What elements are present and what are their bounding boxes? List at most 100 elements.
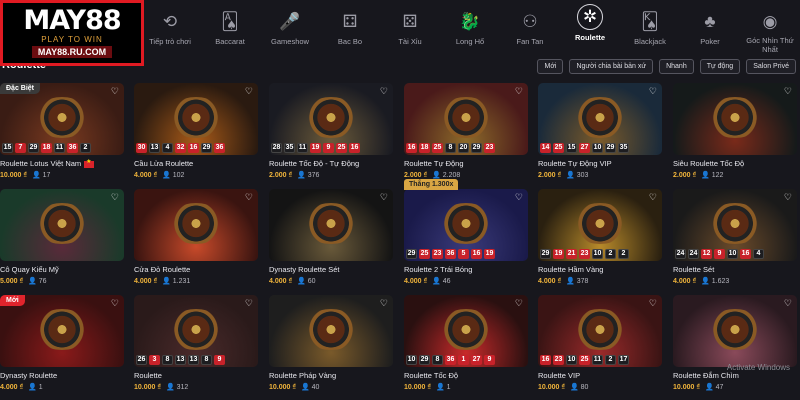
game-card[interactable]: ♡ 16 23 10 25 11 2 17 Roulette VIP 10.000 ₫ 👤 80 bbox=[538, 295, 662, 391]
game-card[interactable]: ♡ 28 35 11 19 9 25 16 Roulette Tốc Độ - Tự Động 2… bbox=[269, 83, 393, 179]
favorite-heart-icon[interactable]: ♡ bbox=[380, 86, 388, 97]
player-count: 312 bbox=[176, 384, 189, 391]
result-number: 36 bbox=[445, 355, 456, 365]
favorite-heart-icon[interactable]: ♡ bbox=[515, 192, 523, 203]
favorite-heart-icon[interactable]: ♡ bbox=[515, 298, 523, 309]
game-name[interactable]: Roulette Tốc Độ bbox=[404, 371, 528, 380]
game-name[interactable]: Roulette Tự Động bbox=[404, 159, 528, 168]
game-thumbnail[interactable]: ♡ bbox=[269, 295, 393, 367]
game-card[interactable]: ♡ 29 25 23 36 5 16 19 Thắng 1.300x Roulette 2 Trá… bbox=[404, 179, 528, 285]
favorite-heart-icon[interactable]: ♡ bbox=[245, 298, 253, 309]
game-name[interactable]: Roulette bbox=[134, 371, 258, 380]
game-card[interactable]: ♡ 14 25 15 27 10 29 35 Roulette Tự Động VIP 2.000… bbox=[538, 83, 662, 179]
favorite-heart-icon[interactable]: ♡ bbox=[111, 86, 119, 97]
game-name[interactable]: Cửa Đỏ Roulette bbox=[134, 265, 258, 274]
game-thumbnail[interactable]: ♡ 29 19 21 23 10 2 2 bbox=[538, 189, 662, 261]
nav-item-blackjack[interactable]: 🂮 Blackjack bbox=[620, 4, 680, 54]
filter-chip[interactable]: Mới bbox=[537, 59, 564, 74]
nav-item-dragon-tiger[interactable]: 🐉 Long Hổ bbox=[440, 4, 500, 54]
result-number: 17 bbox=[618, 355, 629, 365]
nav-item-dice[interactable]: ⚃ Bac Bo bbox=[320, 4, 380, 54]
game-card[interactable]: ♡ 10 29 8 36 1 27 9 Roulette Tốc Độ 10.000 ₫ 👤 1 bbox=[404, 295, 528, 391]
game-name[interactable]: Roulette 2 Trái Bóng bbox=[404, 265, 528, 274]
game-name[interactable]: Roulette Đắm Chìm bbox=[673, 371, 797, 380]
game-name[interactable]: Cầu Lửa Roulette bbox=[134, 159, 258, 168]
game-card[interactable]: ♡ 30 13 4 32 16 29 36 Cầu Lửa Roulette 4.000 ₫ 👤 1… bbox=[134, 83, 258, 179]
favorite-heart-icon[interactable]: ♡ bbox=[111, 298, 119, 309]
nav-item-roulette[interactable]: ✲ Roulette bbox=[560, 4, 620, 54]
favorite-heart-icon[interactable]: ♡ bbox=[784, 86, 792, 97]
game-name[interactable]: Roulette Tốc Độ - Tự Động bbox=[269, 159, 393, 168]
nav-item-sicbo[interactable]: ⚄ Tài Xỉu bbox=[380, 4, 440, 54]
game-thumbnail[interactable]: ♡ bbox=[269, 189, 393, 261]
favorite-heart-icon[interactable]: ♡ bbox=[515, 86, 523, 97]
favorite-heart-icon[interactable]: ♡ bbox=[649, 86, 657, 97]
game-card[interactable]: ♡ 16 18 25 8 20 29 23 Roulette Tự Động 2.000 ₫ 👤 2… bbox=[404, 83, 528, 179]
game-name[interactable]: Roulette Hầm Vàng bbox=[538, 265, 662, 274]
nav-item-poker[interactable]: ♣ Poker bbox=[680, 4, 740, 54]
favorite-heart-icon[interactable]: ♡ bbox=[111, 192, 119, 203]
game-thumbnail[interactable]: ♡ bbox=[134, 189, 258, 261]
game-thumbnail[interactable]: ♡ 16 23 10 25 11 2 17 bbox=[538, 295, 662, 367]
game-meta: 2.000 ₫ 👤 122 bbox=[673, 171, 797, 179]
game-card[interactable]: Mới ♡ Dynasty Roulette 4.000 ₫ 👤 1 bbox=[0, 295, 124, 391]
game-thumbnail[interactable]: ♡ 24 24 12 9 10 16 4 bbox=[673, 189, 797, 261]
result-number: 29 bbox=[605, 143, 616, 153]
game-card[interactable]: ♡ Siêu Roulette Tốc Độ 2.000 ₫ 👤 122 bbox=[673, 83, 797, 179]
game-thumbnail[interactable]: ♡ 28 35 11 19 9 25 16 bbox=[269, 83, 393, 155]
game-name[interactable]: Siêu Roulette Tốc Độ bbox=[673, 159, 797, 168]
game-thumbnail[interactable]: ♡ 29 25 23 36 5 16 19 bbox=[404, 189, 528, 261]
favorite-heart-icon[interactable]: ♡ bbox=[245, 86, 253, 97]
game-card[interactable]: ♡ Roulette Đắm Chìm 10.000 ₫ 👤 47 bbox=[673, 295, 797, 391]
game-name[interactable]: Roulette Sét bbox=[673, 265, 797, 274]
player-count: 40 bbox=[311, 384, 320, 391]
filter-chip[interactable]: Nhanh bbox=[659, 59, 694, 74]
game-name[interactable]: Roulette Lotus Việt Nam bbox=[0, 159, 124, 168]
game-card[interactable]: Đặc Biệt ♡ 15 7 29 18 11 36 2 Roulette Lotus Việt… bbox=[0, 83, 124, 179]
game-thumbnail[interactable]: ♡ bbox=[673, 83, 797, 155]
game-name[interactable]: Roulette VIP bbox=[538, 371, 662, 380]
game-thumbnail[interactable]: ♡ 14 25 15 27 10 29 35 bbox=[538, 83, 662, 155]
favorite-heart-icon[interactable]: ♡ bbox=[380, 298, 388, 309]
filter-chip[interactable]: Salon Privé bbox=[746, 59, 796, 74]
game-thumbnail[interactable]: ♡ 26 3 8 13 13 8 9 bbox=[134, 295, 258, 367]
nav-item-gameshow[interactable]: 🎤 Gameshow bbox=[260, 4, 320, 54]
filter-chip[interactable]: Tự động bbox=[699, 59, 741, 74]
game-name[interactable]: Dynasty Roulette bbox=[0, 371, 124, 380]
game-card[interactable]: ♡ 26 3 8 13 13 8 9 Roulette 10.000 ₫ 👤 312 bbox=[134, 295, 258, 391]
favorite-heart-icon[interactable]: ♡ bbox=[784, 298, 792, 309]
game-thumbnail[interactable]: ♡ 16 18 25 8 20 29 23 bbox=[404, 83, 528, 155]
nav-item-history[interactable]: ⟲ Tiếp trò chơi bbox=[140, 4, 200, 54]
favorite-heart-icon[interactable]: ♡ bbox=[784, 192, 792, 203]
recent-results: 14 25 15 27 10 29 35 bbox=[540, 143, 629, 153]
game-thumbnail[interactable]: Đặc Biệt ♡ 15 7 29 18 11 36 2 bbox=[0, 83, 124, 155]
game-name[interactable]: Dynasty Roulette Sét bbox=[269, 265, 393, 274]
result-number: 8 bbox=[162, 355, 173, 365]
nav-item-fan-tan[interactable]: ⚇ Fan Tan bbox=[500, 4, 560, 54]
game-thumbnail[interactable]: Mới ♡ bbox=[0, 295, 124, 367]
favorite-heart-icon[interactable]: ♡ bbox=[649, 298, 657, 309]
game-thumbnail[interactable]: ♡ 30 13 4 32 16 29 36 bbox=[134, 83, 258, 155]
game-card[interactable]: ♡ Cô Quay Kiểu Mỹ 5.000 ₫ 👤 76 bbox=[0, 189, 124, 285]
game-card[interactable]: ♡ Dynasty Roulette Sét 4.000 ₫ 👤 60 bbox=[269, 189, 393, 285]
filter-chip[interactable]: Người chia bài bản xứ bbox=[569, 59, 654, 74]
game-name[interactable]: Roulette Tự Động VIP bbox=[538, 159, 662, 168]
game-thumbnail[interactable]: ♡ 10 29 8 36 1 27 9 bbox=[404, 295, 528, 367]
game-thumbnail[interactable]: ♡ bbox=[0, 189, 124, 261]
game-card[interactable]: ♡ Cửa Đỏ Roulette 4.000 ₫ 👤 1.231 bbox=[134, 189, 258, 285]
game-card[interactable]: ♡ 29 19 21 23 10 2 2 Roulette Hầm Vàng 4.000 ₫ 👤 3… bbox=[538, 189, 662, 285]
nav-item-baccarat[interactable]: 🂡 Baccarat bbox=[200, 4, 260, 54]
favorite-heart-icon[interactable]: ♡ bbox=[380, 192, 388, 203]
result-number: 28 bbox=[271, 143, 282, 153]
favorite-heart-icon[interactable]: ♡ bbox=[245, 192, 253, 203]
game-card[interactable]: ♡ Roulette Pháp Vàng 10.000 ₫ 👤 40 bbox=[269, 295, 393, 391]
result-number: 19 bbox=[310, 143, 321, 153]
game-name[interactable]: Roulette Pháp Vàng bbox=[269, 371, 393, 380]
game-card[interactable]: ♡ 24 24 12 9 10 16 4 Roulette Sét 4.000 ₫ 👤 1.623 bbox=[673, 189, 797, 285]
game-thumbnail[interactable]: ♡ bbox=[673, 295, 797, 367]
favorite-heart-icon[interactable]: ♡ bbox=[649, 192, 657, 203]
may88-logo[interactable]: MAY88 PLAY TO WIN MAY88.RU.COM bbox=[0, 0, 144, 66]
nav-item-first-person[interactable]: ◉ Góc Nhìn Thứ Nhất bbox=[740, 4, 800, 55]
game-name[interactable]: Cô Quay Kiểu Mỹ bbox=[0, 265, 124, 274]
result-number: 12 bbox=[701, 249, 712, 259]
